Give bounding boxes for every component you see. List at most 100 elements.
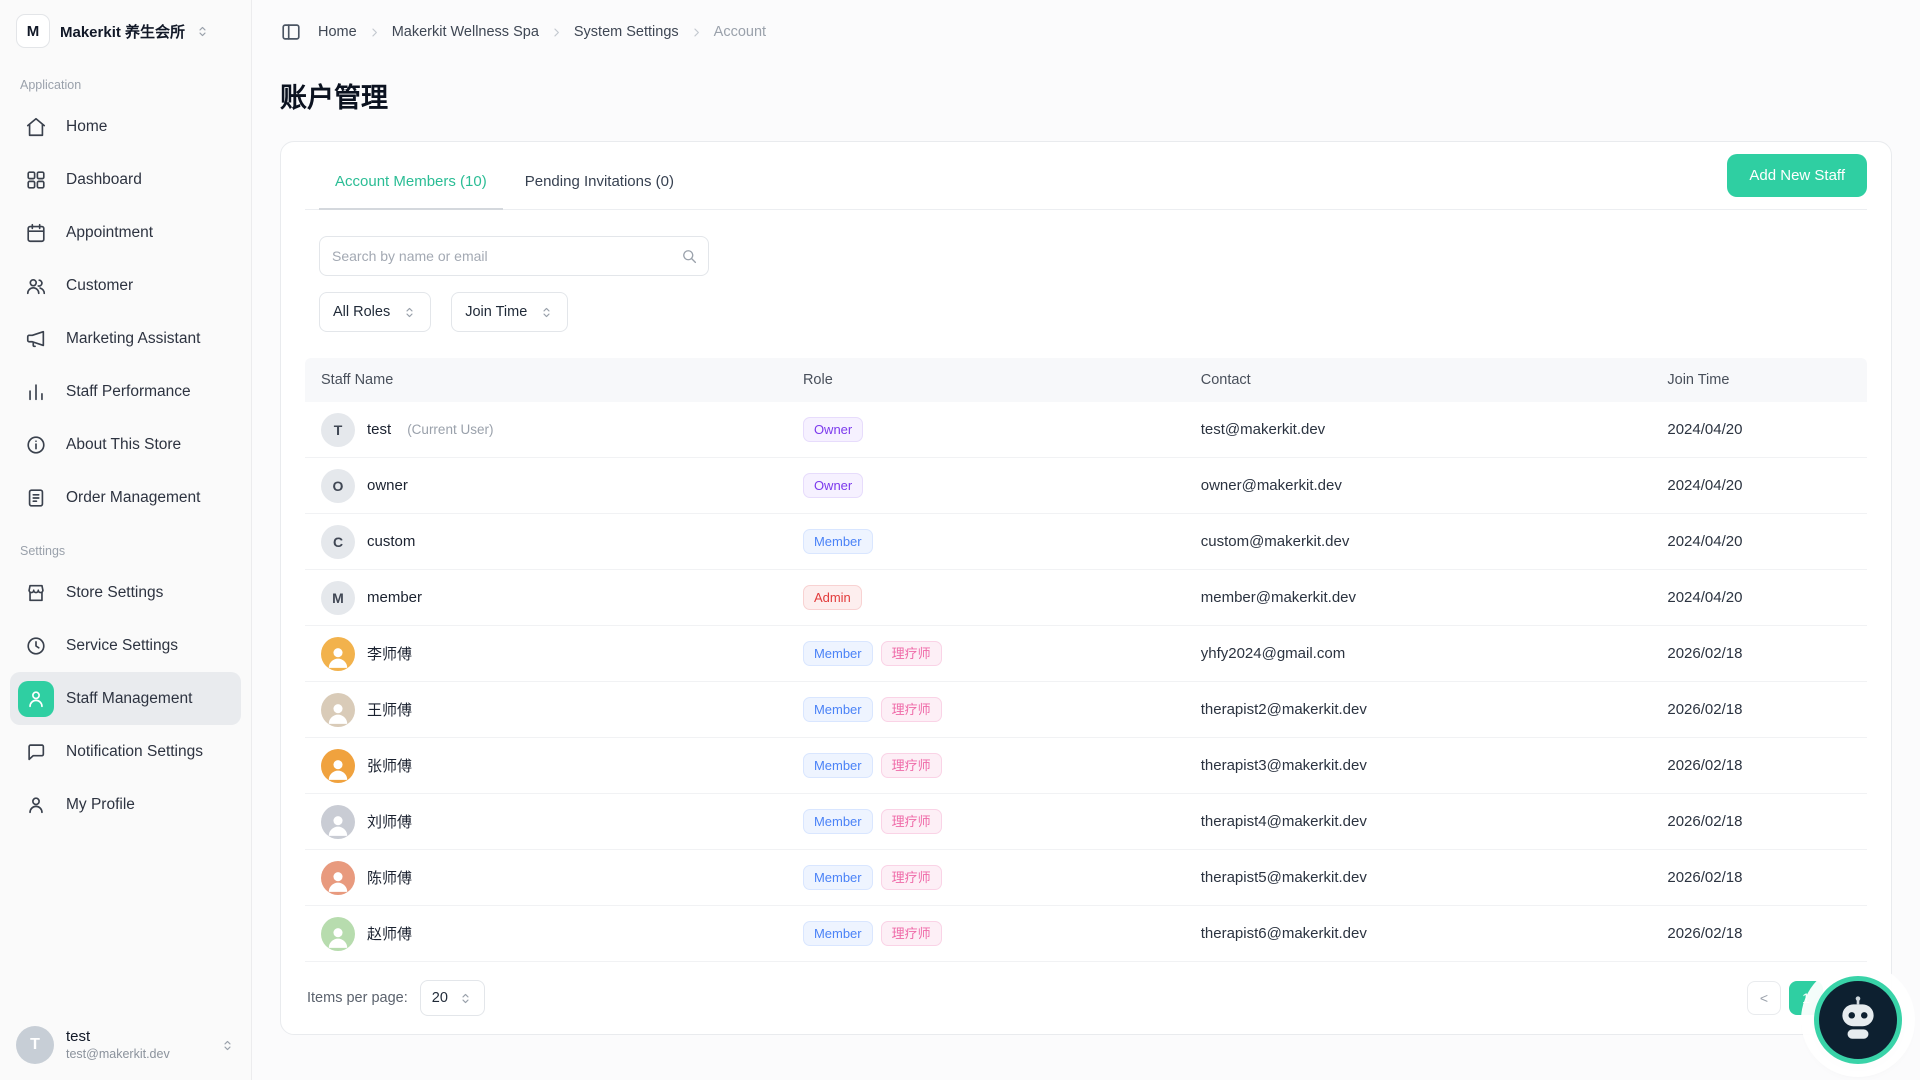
tab-pending-invitations[interactable]: Pending Invitations (0) bbox=[509, 155, 690, 210]
tabs: Account Members (10)Pending Invitations … bbox=[319, 155, 690, 209]
sidebar-item-my-profile[interactable]: My Profile bbox=[10, 778, 241, 831]
info-icon bbox=[18, 427, 54, 463]
home-icon bbox=[18, 109, 54, 145]
sidebar-section-label: Application bbox=[20, 78, 231, 92]
join-date: 2026/02/18 bbox=[1667, 645, 1851, 662]
search-box bbox=[319, 236, 709, 276]
prev-page-button[interactable]: < bbox=[1747, 981, 1781, 1015]
breadcrumb-item-makerkit-wellness-spa[interactable]: Makerkit Wellness Spa bbox=[392, 24, 539, 40]
sidebar-item-notification-settings[interactable]: Notification Settings bbox=[10, 725, 241, 778]
table-row[interactable]: 刘师傅Member理疗师therapist4@makerkit.dev2026/… bbox=[305, 794, 1867, 850]
role-filter-select[interactable]: All Roles bbox=[319, 292, 431, 332]
letter-avatar: O bbox=[321, 469, 355, 503]
photo-avatar bbox=[321, 749, 355, 783]
role-badge-owner: Owner bbox=[803, 473, 863, 499]
join-date: 2026/02/18 bbox=[1667, 813, 1851, 830]
sidebar-section-label: Settings bbox=[20, 544, 231, 558]
join-date: 2026/02/18 bbox=[1667, 701, 1851, 718]
contact-email: custom@makerkit.dev bbox=[1201, 533, 1668, 550]
search-input[interactable] bbox=[319, 236, 709, 276]
sort-filter-select[interactable]: Join Time bbox=[451, 292, 568, 332]
role-badge-admin: Admin bbox=[803, 585, 862, 611]
table-row[interactable]: 张师傅Member理疗师therapist3@makerkit.dev2026/… bbox=[305, 738, 1867, 794]
sidebar-item-label: Store Settings bbox=[66, 584, 163, 602]
notifications-bell-button[interactable] bbox=[220, 20, 237, 42]
table-row[interactable]: 陈师傅Member理疗师therapist5@makerkit.dev2026/… bbox=[305, 850, 1867, 906]
page-title: 账户管理 bbox=[280, 76, 1920, 115]
bar-chart-icon bbox=[18, 374, 54, 410]
staff-name: 刘师傅 bbox=[367, 811, 412, 832]
table-row[interactable]: MmemberAdminmember@makerkit.dev2024/04/2… bbox=[305, 570, 1867, 626]
letter-avatar: T bbox=[321, 413, 355, 447]
role-cell: Member 理疗师 bbox=[803, 697, 1201, 723]
add-new-staff-button[interactable]: Add New Staff bbox=[1727, 154, 1867, 197]
table-row[interactable]: 王师傅Member理疗师therapist2@makerkit.dev2026/… bbox=[305, 682, 1867, 738]
sidebar-item-staff-management[interactable]: Staff Management bbox=[10, 672, 241, 725]
staff-card: Account Members (10)Pending Invitations … bbox=[280, 141, 1892, 1035]
filters: All Roles Join Time bbox=[319, 236, 1867, 332]
filter-row: All Roles Join Time bbox=[319, 292, 1867, 332]
sidebar-item-label: Service Settings bbox=[66, 637, 178, 655]
table-row[interactable]: CcustomMembercustom@makerkit.dev2024/04/… bbox=[305, 514, 1867, 570]
sidebar-item-label: Staff Management bbox=[66, 690, 192, 708]
sidebar-item-marketing-assistant[interactable]: Marketing Assistant bbox=[10, 312, 241, 365]
sidebar-item-label: Customer bbox=[66, 277, 133, 295]
sidebar-item-label: About This Store bbox=[66, 436, 181, 454]
table-row[interactable]: Ttest(Current User)Ownertest@makerkit.de… bbox=[305, 402, 1867, 458]
role-cell: Member理疗师 bbox=[803, 809, 1201, 835]
table-row[interactable]: Oowner Owner owner@makerkit.dev2024/04/20 bbox=[305, 458, 1867, 514]
join-date: 2024/04/20 bbox=[1667, 477, 1851, 494]
role-badge-member: Member bbox=[803, 697, 873, 723]
sidebar-toggle-icon[interactable] bbox=[280, 21, 302, 43]
sidebar-item-customer[interactable]: Customer bbox=[10, 259, 241, 312]
breadcrumb-item-home[interactable]: Home bbox=[318, 24, 357, 40]
role-badge-therapist: 理疗师 bbox=[881, 809, 942, 835]
breadcrumb: Home Makerkit Wellness Spa System Settings… bbox=[318, 24, 766, 40]
sidebar-item-staff-performance[interactable]: Staff Performance bbox=[10, 365, 241, 418]
chat-widget-button[interactable] bbox=[1814, 976, 1902, 1064]
role-badge-member: Member bbox=[803, 865, 873, 891]
sidebar-item-about-this-store[interactable]: About This Store bbox=[10, 418, 241, 471]
sidebar-item-home[interactable]: Home bbox=[10, 100, 241, 153]
column-header-staff-name: Staff Name bbox=[321, 372, 803, 388]
join-date: 2024/04/20 bbox=[1667, 589, 1851, 606]
column-header-contact: Contact bbox=[1201, 372, 1668, 388]
role-badge-therapist: 理疗师 bbox=[881, 697, 942, 723]
chevron-updown-icon[interactable] bbox=[195, 24, 210, 39]
staff-name-cell: Ccustom bbox=[321, 525, 803, 559]
table-row[interactable]: 李师傅Member理疗师yhfy2024@gmail.com2026/02/18 bbox=[305, 626, 1867, 682]
column-header-role: Role bbox=[803, 372, 1201, 388]
join-date: 2026/02/18 bbox=[1667, 925, 1851, 942]
table-row[interactable]: 赵师傅Member理疗师therapist6@makerkit.dev2026/… bbox=[305, 906, 1867, 962]
chat-icon bbox=[18, 734, 54, 770]
items-per-page-select[interactable]: 20 bbox=[420, 980, 485, 1016]
sidebar-item-service-settings[interactable]: Service Settings bbox=[10, 619, 241, 672]
staff-name-cell: 张师傅 bbox=[321, 749, 803, 783]
breadcrumb-item-system-settings[interactable]: System Settings bbox=[574, 24, 679, 40]
role-badge-therapist: 理疗师 bbox=[881, 641, 942, 667]
role-cell: Member理疗师 bbox=[803, 753, 1201, 779]
search-icon bbox=[680, 247, 698, 265]
sidebar-item-appointment[interactable]: Appointment bbox=[10, 206, 241, 259]
tab-account-members[interactable]: Account Members (10) bbox=[319, 155, 503, 210]
sidebar-item-order-management[interactable]: Order Management bbox=[10, 471, 241, 524]
card-header: Account Members (10)Pending Invitations … bbox=[305, 154, 1867, 210]
staff-name: custom bbox=[367, 533, 415, 550]
photo-avatar bbox=[321, 917, 355, 951]
topbar: Home Makerkit Wellness Spa System Settings… bbox=[252, 0, 1920, 64]
sidebar-item-store-settings[interactable]: Store Settings bbox=[10, 566, 241, 619]
join-date: 2024/04/20 bbox=[1667, 421, 1851, 438]
staff-name-cell: 赵师傅 bbox=[321, 917, 803, 951]
calendar-icon bbox=[18, 215, 54, 251]
sidebar: M Makerkit 养生会所 ApplicationHomeDashboard… bbox=[0, 0, 252, 1080]
workspace-name[interactable]: Makerkit 养生会所 bbox=[60, 21, 185, 42]
letter-avatar: C bbox=[321, 525, 355, 559]
contact-email: owner@makerkit.dev bbox=[1201, 477, 1668, 494]
sidebar-item-label: Appointment bbox=[66, 224, 153, 242]
role-cell: Owner bbox=[803, 417, 1201, 443]
sidebar-item-dashboard[interactable]: Dashboard bbox=[10, 153, 241, 206]
column-header-join-time: Join Time bbox=[1667, 372, 1851, 388]
role-cell: Member理疗师 bbox=[803, 641, 1201, 667]
user-menu[interactable]: T test test@makerkit.dev bbox=[0, 1010, 251, 1080]
staff-name: owner bbox=[367, 477, 408, 494]
